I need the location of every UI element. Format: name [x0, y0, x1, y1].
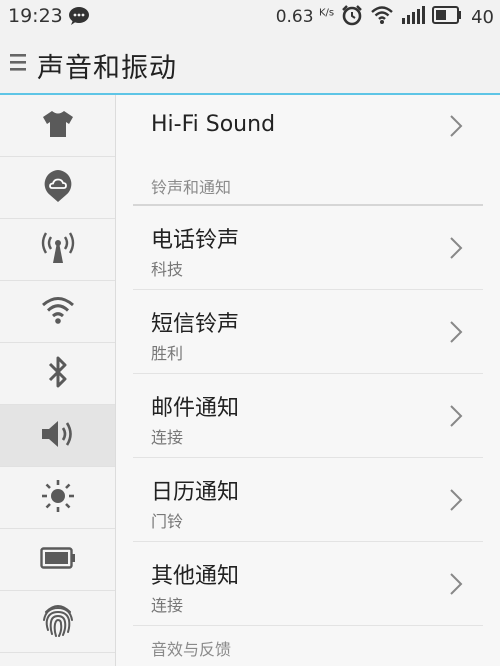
app-bar: 声音和振动 [0, 34, 500, 94]
list-item-other-notification[interactable]: 其他通知 连接 [133, 542, 483, 626]
sidebar-item-theme[interactable] [0, 95, 115, 157]
battery-status-icon [432, 6, 462, 28]
item-title: 日历通知 [151, 480, 240, 505]
wifi-icon [40, 295, 76, 329]
item-value: 科技 [151, 260, 184, 279]
chevron-right-icon [449, 114, 463, 142]
settings-sidebar [0, 95, 116, 666]
item-title: 短信铃声 [151, 312, 240, 337]
item-value: 胜利 [151, 344, 184, 363]
cloud-pin-icon [42, 168, 74, 208]
wifi-status-icon [370, 5, 394, 29]
chat-notification-icon [68, 6, 90, 30]
chevron-right-icon [449, 236, 463, 264]
chevron-right-icon [449, 488, 463, 516]
sidebar-item-fingerprint[interactable] [0, 591, 115, 653]
sidebar-item-display[interactable] [0, 467, 115, 529]
sidebar-item-wifi[interactable] [0, 281, 115, 343]
item-title: 电话铃声 [151, 228, 240, 253]
network-speed: 0.63 K/s [275, 7, 335, 27]
list-item-phone-ringtone[interactable]: 电话铃声 科技 [133, 206, 483, 290]
chevron-right-icon [449, 572, 463, 600]
item-value: 连接 [151, 596, 184, 615]
list-item-email-notification[interactable]: 邮件通知 连接 [133, 374, 483, 458]
tshirt-icon [41, 109, 75, 143]
sidebar-item-cloud[interactable] [0, 157, 115, 219]
section-header-ringtones: 铃声和通知 [133, 156, 483, 206]
sidebar-item-bluetooth[interactable] [0, 343, 115, 405]
hifi-sound-label: Hi-Fi Sound [151, 112, 276, 137]
item-title: 其他通知 [151, 564, 240, 589]
alarm-icon [341, 4, 363, 30]
sidebar-item-sound[interactable] [0, 405, 115, 467]
sidebar-item-hotspot[interactable] [0, 219, 115, 281]
sidebar-item-battery[interactable] [0, 529, 115, 591]
menu-icon[interactable] [10, 52, 28, 78]
status-time: 19:23 [8, 5, 63, 27]
signal-icon [401, 6, 426, 28]
section-header-effects: 音效与反馈 [133, 626, 483, 666]
settings-content: Hi-Fi Sound 铃声和通知 电话铃声 科技 短信铃声 胜利 邮件通知 连… [116, 95, 500, 666]
brightness-icon [40, 478, 76, 518]
bluetooth-icon [46, 355, 70, 393]
page-title: 声音和振动 [37, 53, 177, 84]
section-title: 音效与反馈 [151, 640, 232, 659]
hotspot-icon [40, 231, 76, 269]
item-value: 门铃 [151, 512, 184, 531]
fingerprint-icon [41, 602, 75, 642]
battery-level: 40 [471, 6, 494, 28]
speaker-icon [40, 419, 76, 453]
chevron-right-icon [449, 404, 463, 432]
section-title: 铃声和通知 [151, 178, 232, 197]
list-item-sms-ringtone[interactable]: 短信铃声 胜利 [133, 290, 483, 374]
chevron-right-icon [449, 320, 463, 348]
battery-icon [39, 546, 76, 573]
status-bar: 19:23 0.63 K/s 40 [0, 0, 500, 34]
item-title: 邮件通知 [151, 396, 240, 421]
item-value: 连接 [151, 428, 184, 447]
list-item-calendar-notification[interactable]: 日历通知 门铃 [133, 458, 483, 542]
hifi-sound-row[interactable]: Hi-Fi Sound [133, 95, 483, 156]
